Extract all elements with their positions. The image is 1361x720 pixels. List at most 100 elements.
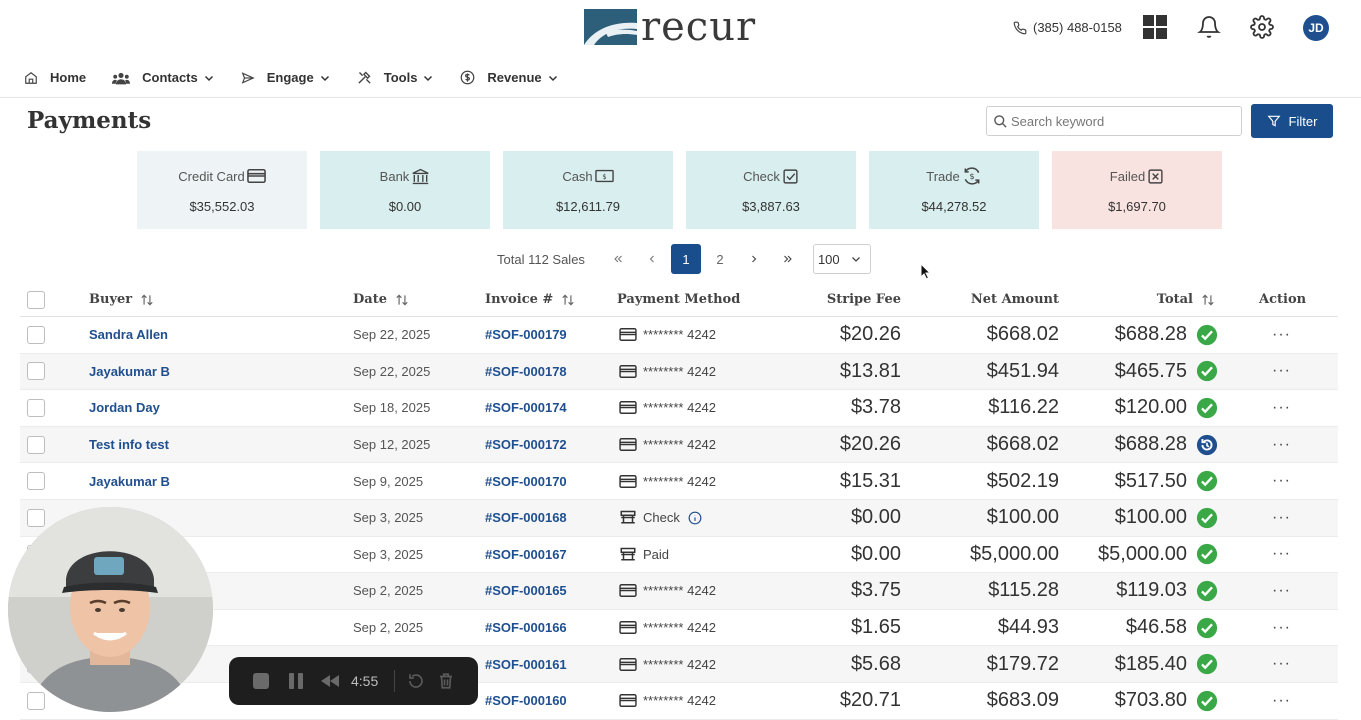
search-input[interactable]	[1011, 113, 1231, 129]
nav-item-revenue[interactable]: Revenue	[460, 70, 558, 85]
row-checkbox[interactable]	[27, 691, 45, 710]
phone-icon	[1013, 21, 1027, 34]
net-amount-cell: $5,000.00	[970, 542, 1059, 565]
buyer-link[interactable]: Jordan Day	[89, 400, 160, 415]
card-failed[interactable]: Failed $1,697.70	[1052, 151, 1222, 229]
buyer-link[interactable]: Jayakumar B	[89, 364, 170, 379]
nav-item-engage[interactable]: Engage	[241, 70, 331, 85]
credit-card-icon	[619, 438, 637, 452]
filter-button[interactable]: Filter	[1251, 104, 1333, 138]
date-cell: Sep 2, 2025	[353, 583, 424, 599]
prev-page-button[interactable]	[637, 244, 667, 274]
stripe-fee-cell: $3.78	[850, 396, 901, 419]
info-icon[interactable]	[688, 511, 702, 525]
status-indicator	[1196, 690, 1218, 717]
invoice-link[interactable]: #SOF-000167	[485, 547, 567, 562]
apps-grid-icon[interactable]	[1143, 15, 1167, 44]
header-payment-method: Payment Method	[617, 292, 741, 307]
row-actions-button[interactable]: ···	[1272, 619, 1291, 637]
credit-card-icon	[619, 474, 637, 488]
card-label: Trade	[926, 168, 960, 184]
next-page-button[interactable]	[739, 244, 769, 274]
invoice-link[interactable]: #SOF-000179	[485, 327, 567, 342]
row-actions-button[interactable]: ···	[1272, 692, 1291, 710]
summary-cards: Credit Card $35,552.03 Bank $0.00 Cash $…	[137, 151, 1235, 229]
card-bank[interactable]: Bank $0.00	[320, 151, 490, 229]
search-box[interactable]	[986, 106, 1242, 136]
gear-icon[interactable]	[1250, 15, 1274, 44]
table-row: Sep 2, 2025 #SOF-000165 ******** 4242 $3.75…	[20, 573, 1338, 610]
invoice-link[interactable]: #SOF-000166	[485, 620, 567, 635]
invoice-link[interactable]: #SOF-000168	[485, 510, 567, 525]
restart-icon[interactable]	[407, 672, 425, 690]
user-avatar[interactable]: JD	[1303, 15, 1329, 41]
header-buyer[interactable]: Buyer	[89, 292, 154, 307]
row-actions-button[interactable]: ···	[1272, 436, 1291, 454]
buyer-link[interactable]: Sandra Allen	[89, 327, 168, 342]
recur-logo[interactable]: recur	[584, 7, 756, 47]
page-button-2[interactable]: 2	[705, 244, 735, 274]
row-actions-button[interactable]: ···	[1272, 362, 1291, 380]
stripe-fee-cell: $15.31	[839, 469, 901, 492]
row-actions-button[interactable]: ···	[1272, 472, 1291, 490]
page-button-1[interactable]: 1	[670, 244, 701, 274]
stop-icon[interactable]	[251, 671, 271, 691]
invoice-link[interactable]: #SOF-000160	[485, 693, 567, 708]
invoice-link[interactable]: #SOF-000178	[485, 364, 567, 379]
buyer-link[interactable]: Jayakumar B	[89, 474, 170, 489]
invoice-link[interactable]: #SOF-000165	[485, 583, 567, 598]
row-actions-button[interactable]: ···	[1272, 399, 1291, 417]
payment-method-text: ******** 4242	[643, 327, 717, 343]
row-checkbox[interactable]	[27, 362, 45, 381]
row-checkbox[interactable]	[27, 435, 45, 454]
header-invoice[interactable]: Invoice #	[485, 292, 575, 307]
row-checkbox[interactable]	[27, 508, 45, 527]
paid-check-icon	[1196, 580, 1218, 602]
header-total[interactable]: Total	[1157, 292, 1215, 307]
table-row: Sep 3, 2025 #SOF-000167 Paid $0.00 $5,000.00…	[20, 537, 1338, 574]
sort-icon	[396, 294, 408, 305]
date-cell: Sep 3, 2025	[353, 546, 424, 562]
invoice-link[interactable]: #SOF-000174	[485, 400, 567, 415]
table-row: Jordan Day Sep 18, 2025 #SOF-000174 *******…	[20, 390, 1338, 427]
rewind-icon[interactable]	[319, 671, 341, 691]
per-page-select[interactable]: 100	[812, 244, 871, 274]
pause-icon[interactable]	[287, 671, 305, 691]
stripe-fee-cell: $20.71	[839, 689, 901, 712]
row-actions-button[interactable]: ···	[1272, 509, 1291, 527]
chevron-down-icon	[204, 75, 213, 81]
invoice-link[interactable]: #SOF-000172	[485, 437, 567, 452]
bell-icon[interactable]	[1197, 15, 1221, 44]
phone-number[interactable]: (385) 488-0158	[1013, 20, 1122, 35]
invoice-link[interactable]: #SOF-000170	[485, 474, 567, 489]
trash-icon[interactable]	[437, 672, 455, 690]
nav-item-home[interactable]: Home	[24, 70, 86, 85]
card-credit-card[interactable]: Credit Card $35,552.03	[137, 151, 307, 229]
paid-check-icon	[1196, 471, 1218, 492]
card-cash[interactable]: Cash $ $12,611.79	[503, 151, 673, 229]
last-page-button[interactable]	[773, 244, 803, 274]
nav-item-contacts[interactable]: Contacts	[112, 70, 215, 85]
first-page-button[interactable]	[603, 244, 633, 274]
payment-method-cell: ******** 4242	[619, 583, 716, 598]
card-check[interactable]: Check $3,887.63	[686, 151, 856, 229]
row-checkbox[interactable]	[27, 325, 45, 344]
row-actions-button[interactable]: ···	[1272, 582, 1291, 600]
row-checkbox[interactable]	[27, 398, 45, 417]
row-actions-button[interactable]: ···	[1272, 655, 1291, 673]
invoice-link[interactable]: #SOF-000161	[485, 657, 567, 672]
card-trade[interactable]: Trade $ $44,278.52	[869, 151, 1039, 229]
row-actions-button[interactable]: ···	[1272, 326, 1291, 344]
row-actions-button[interactable]: ···	[1272, 545, 1291, 563]
payment-method-cell: ******** 4242	[619, 474, 716, 489]
select-all-checkbox[interactable]	[27, 290, 45, 309]
total-cell: $46.58	[1125, 616, 1187, 639]
nav-item-tools[interactable]: Tools	[357, 70, 435, 85]
page-title: Payments	[27, 107, 152, 134]
date-cell: Sep 3, 2025	[353, 510, 424, 526]
header-date[interactable]: Date	[353, 292, 409, 307]
row-checkbox[interactable]	[27, 472, 45, 491]
buyer-link[interactable]: Test info test	[89, 437, 169, 452]
net-amount-cell: $451.94	[986, 359, 1059, 382]
main-nav: Home Contacts Engage Tools Revenue	[0, 58, 1361, 98]
